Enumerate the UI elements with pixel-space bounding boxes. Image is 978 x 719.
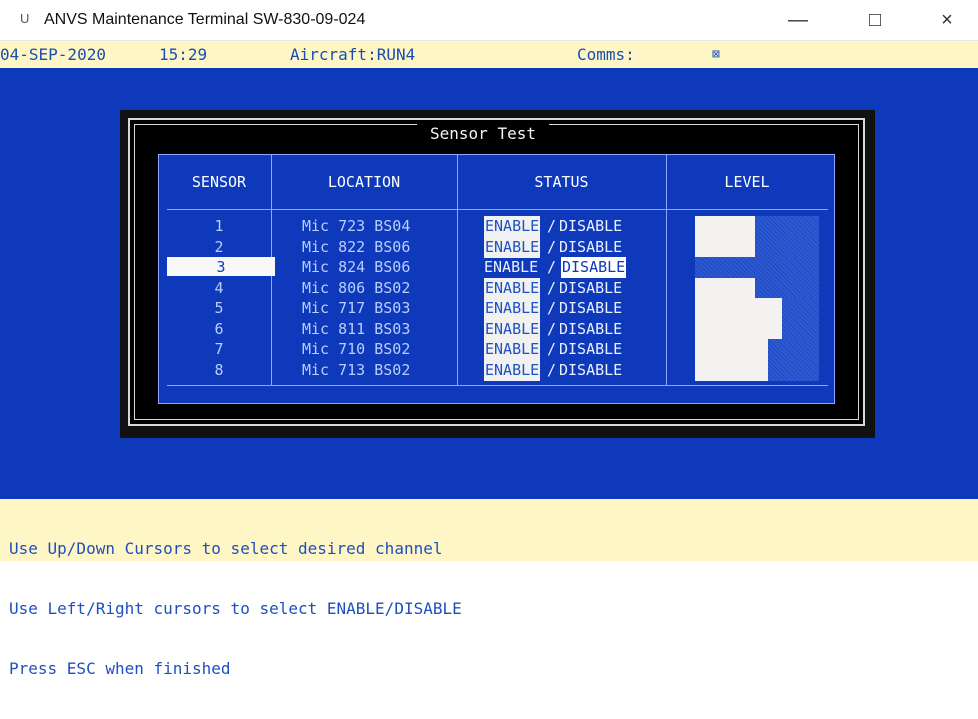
level-fill bbox=[695, 277, 755, 299]
column-header-level: LEVEL bbox=[724, 173, 770, 191]
table-row[interactable]: 5 Mic 717 BS03 ENABLE / DISABLE bbox=[167, 298, 828, 319]
app-icon: U bbox=[20, 11, 30, 26]
time: 15:29 bbox=[159, 45, 208, 64]
sensor-number: 6 bbox=[214, 319, 224, 338]
enable-option[interactable]: ENABLE bbox=[484, 318, 541, 340]
date: 04-SEP-2020 bbox=[0, 45, 106, 64]
enable-option[interactable]: ENABLE bbox=[484, 359, 541, 381]
enable-option[interactable]: ENABLE bbox=[484, 277, 541, 299]
enable-option[interactable]: ENABLE bbox=[484, 339, 541, 360]
level-fill bbox=[695, 359, 768, 381]
status-bar: 04-SEP-2020 15:29 Aircraft:RUN4 Comms: ⊠ bbox=[0, 41, 978, 68]
table-row[interactable]: 8 Mic 713 BS02 ENABLE / DISABLE bbox=[167, 359, 828, 381]
table-row[interactable]: 3 Mic 824 BS06 ENABLE / DISABLE bbox=[167, 257, 828, 278]
sensor-location: Mic 822 BS06 bbox=[302, 237, 411, 256]
comms-icon: ⊠ bbox=[712, 47, 720, 62]
comms-label: Comms: bbox=[577, 45, 635, 64]
aircraft-status: Aircraft:RUN4 bbox=[290, 45, 416, 64]
level-fill bbox=[695, 216, 755, 237]
sensor-number: 5 bbox=[214, 299, 224, 317]
minimize-button[interactable]: — bbox=[775, 6, 821, 34]
instruction-line: Use Up/Down Cursors to select desired ch… bbox=[9, 539, 443, 558]
sensor-table: SENSOR LOCATION STATUS LEVEL 1 Mic 723 BS… bbox=[158, 154, 835, 404]
instruction-line: Press ESC when finished bbox=[9, 659, 231, 678]
level-fill bbox=[695, 298, 782, 319]
maximize-button[interactable]: □ bbox=[852, 6, 898, 34]
disable-option[interactable]: DISABLE bbox=[559, 319, 622, 340]
disable-option[interactable]: DISABLE bbox=[559, 360, 622, 381]
sensor-location: Mic 710 BS02 bbox=[302, 340, 411, 358]
status-separator: / bbox=[547, 258, 557, 276]
column-header-location: LOCATION bbox=[271, 155, 458, 209]
level-fill bbox=[695, 236, 755, 258]
sensor-location: Mic 806 BS02 bbox=[302, 278, 411, 297]
terminal-window: U ANVS Maintenance Terminal SW-830-09-02… bbox=[0, 0, 978, 678]
disable-option[interactable]: DISABLE bbox=[559, 278, 622, 299]
status-separator: / bbox=[547, 237, 557, 256]
dialog-title: Sensor Test bbox=[417, 123, 549, 145]
level-fill bbox=[695, 339, 768, 360]
sensor-number: 7 bbox=[214, 340, 224, 358]
instruction-line: Use Left/Right cursors to select ENABLE/… bbox=[9, 599, 462, 618]
enable-option[interactable]: ENABLE bbox=[484, 236, 541, 258]
table-row[interactable]: 2 Mic 822 BS06 ENABLE / DISABLE bbox=[167, 236, 828, 258]
disable-option[interactable]: DISABLE bbox=[559, 237, 622, 258]
column-header-status: STATUS bbox=[457, 155, 667, 209]
table-row[interactable]: 7 Mic 710 BS02 ENABLE / DISABLE bbox=[167, 339, 828, 360]
disable-option[interactable]: DISABLE bbox=[559, 216, 622, 237]
enable-option[interactable]: ENABLE bbox=[484, 216, 541, 237]
sensor-location: Mic 723 BS04 bbox=[302, 217, 411, 235]
window-title: ANVS Maintenance Terminal SW-830-09-024 bbox=[44, 11, 366, 28]
level-fill bbox=[695, 318, 782, 340]
close-button[interactable]: × bbox=[924, 6, 970, 34]
status-separator: / bbox=[547, 217, 557, 235]
sensor-location: Mic 824 BS06 bbox=[302, 258, 411, 276]
enable-option[interactable]: ENABLE bbox=[484, 298, 541, 319]
sensor-number: 3 bbox=[167, 257, 275, 276]
enable-option[interactable]: ENABLE bbox=[484, 257, 538, 278]
table-row[interactable]: 1 Mic 723 BS04 ENABLE / DISABLE bbox=[167, 216, 828, 237]
sensor-location: Mic 811 BS03 bbox=[302, 319, 411, 338]
status-separator: / bbox=[547, 360, 557, 379]
table-row[interactable]: 6 Mic 811 BS03 ENABLE / DISABLE bbox=[167, 318, 828, 340]
disable-option[interactable]: DISABLE bbox=[561, 257, 627, 278]
window-titlebar: U ANVS Maintenance Terminal SW-830-09-02… bbox=[0, 0, 978, 41]
column-header-sensor: SENSOR bbox=[167, 155, 272, 209]
instructions-panel: Use Up/Down Cursors to select desired ch… bbox=[0, 499, 978, 678]
disable-option[interactable]: DISABLE bbox=[559, 339, 622, 360]
status-separator: / bbox=[547, 319, 557, 338]
header-divider bbox=[167, 209, 828, 210]
level-meter bbox=[695, 257, 819, 278]
table-bottom-divider bbox=[167, 385, 828, 386]
sensor-number: 8 bbox=[214, 360, 224, 379]
sensor-number: 4 bbox=[214, 278, 224, 297]
sensor-number: 2 bbox=[214, 237, 224, 256]
sensor-location: Mic 717 BS03 bbox=[302, 299, 411, 317]
status-separator: / bbox=[547, 278, 557, 297]
sensor-number: 1 bbox=[214, 217, 224, 235]
status-separator: / bbox=[547, 299, 557, 317]
sensor-location: Mic 713 BS02 bbox=[302, 360, 411, 379]
table-row[interactable]: 4 Mic 806 BS02 ENABLE / DISABLE bbox=[167, 277, 828, 299]
status-separator: / bbox=[547, 340, 557, 358]
disable-option[interactable]: DISABLE bbox=[559, 298, 622, 319]
